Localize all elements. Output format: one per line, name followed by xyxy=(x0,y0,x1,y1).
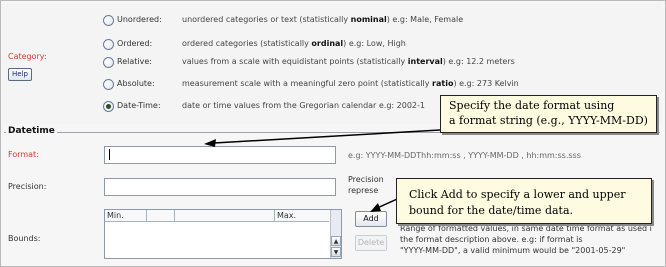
add-callout-line2: bound for the date/time data. xyxy=(409,204,574,217)
add-callout-line1: Click Add to specify a lower and upper xyxy=(409,188,626,201)
annotation-arrows xyxy=(204,129,441,212)
format-callout-line2: a format string (e.g., YYYY-MM-DD) xyxy=(449,114,648,127)
format-arrow-head-icon xyxy=(204,139,216,147)
format-arrow xyxy=(213,129,441,144)
add-callout: Click Add to specify a lower and upper b… xyxy=(396,178,652,224)
add-arrow-head-icon xyxy=(370,203,381,212)
format-callout-line1: Specify the date format using xyxy=(449,99,615,112)
format-callout: Specify the date format using a format s… xyxy=(440,95,657,133)
